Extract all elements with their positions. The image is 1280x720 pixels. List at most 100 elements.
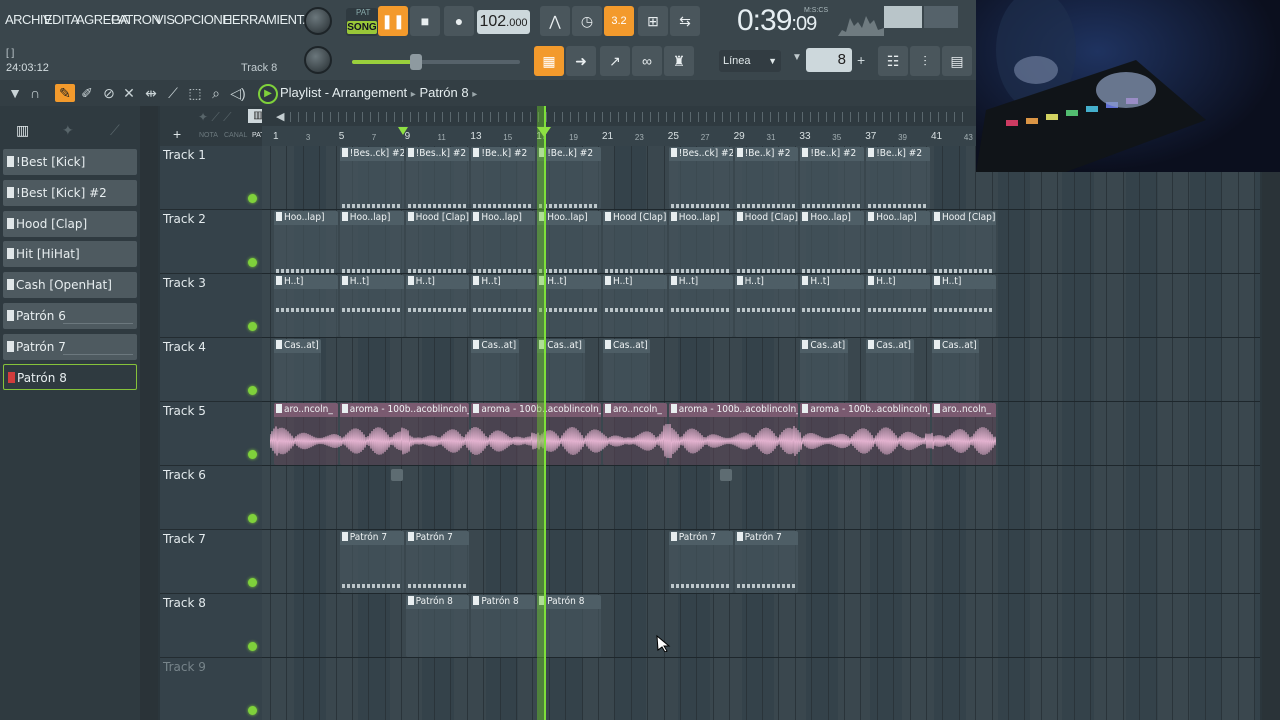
pattern-clip[interactable]: H..t] bbox=[339, 275, 404, 337]
pattern-clip[interactable]: Patrón 8 bbox=[471, 595, 536, 657]
automation-clip[interactable] bbox=[720, 469, 732, 481]
song-time-display[interactable]: 0:39:09 M:S:CS bbox=[737, 4, 828, 38]
delete-icon[interactable]: ⊘ bbox=[100, 84, 118, 102]
track-header[interactable]: Track 1 bbox=[160, 146, 262, 210]
pattern-clip[interactable]: Hood [Clap] bbox=[603, 211, 667, 273]
playlist-pattern[interactable]: Patrón 8 bbox=[419, 85, 468, 100]
pattern-clip[interactable]: !Bes..ck] #2 bbox=[668, 147, 733, 209]
menu-patron[interactable]: PATRON bbox=[111, 12, 161, 27]
pattern-clip[interactable]: Cas..at] bbox=[932, 339, 980, 401]
step-increase-button[interactable]: + bbox=[857, 52, 865, 68]
pattern-clip[interactable]: Patrón 7 bbox=[405, 531, 470, 593]
tab-nota[interactable]: NOTA bbox=[199, 132, 218, 139]
menu-edita[interactable]: EDITA bbox=[44, 12, 79, 27]
loop-marker-icon[interactable] bbox=[398, 127, 408, 135]
pattern-clip[interactable]: H..t] bbox=[405, 275, 470, 337]
pattern-clip[interactable]: Cas..at] bbox=[800, 339, 848, 401]
pattern-clip[interactable]: !Be..k] #2 bbox=[866, 147, 930, 209]
track-header[interactable]: Track 8 bbox=[160, 594, 262, 658]
channel-item[interactable]: !Best [Kick] bbox=[3, 149, 137, 175]
tab-canal[interactable]: CANAL bbox=[224, 132, 247, 139]
playhead-line[interactable] bbox=[544, 106, 546, 720]
select-icon[interactable]: ⬚ bbox=[186, 84, 204, 102]
vertical-scrollbar[interactable] bbox=[1262, 146, 1280, 720]
stop-button[interactable]: ■ bbox=[410, 6, 440, 36]
scroll-left-icon[interactable]: ◀ bbox=[276, 110, 284, 123]
audio-icon[interactable]: ⟋ bbox=[110, 122, 120, 139]
pattern-clip[interactable]: !Be..k] #2 bbox=[800, 147, 865, 209]
track-header[interactable]: Track 5 bbox=[160, 402, 262, 466]
pattern-clip[interactable]: H..t] bbox=[471, 275, 536, 337]
pencil-icon[interactable]: ✎ bbox=[55, 84, 75, 102]
playlist-view-button[interactable]: ▦ bbox=[534, 46, 564, 76]
pattern-clip[interactable]: Patrón 7 bbox=[668, 531, 733, 593]
record-button[interactable]: ● bbox=[444, 6, 474, 36]
menu-opciones[interactable]: OPCIONE bbox=[174, 12, 231, 27]
step-decrease-icon[interactable]: ▼ bbox=[792, 52, 802, 63]
track-header[interactable]: Track 4 bbox=[160, 338, 262, 402]
pattern-clip[interactable]: Hoo..lap] bbox=[339, 211, 404, 273]
pattern-clip[interactable]: Hood [Clap] bbox=[932, 211, 996, 273]
pattern-clip[interactable]: Patrón 7 bbox=[734, 531, 799, 593]
pattern-clip[interactable]: H..t] bbox=[668, 275, 733, 337]
slip-icon[interactable]: ⇹ bbox=[142, 84, 160, 102]
pattern-step-button[interactable]: 3.2 bbox=[604, 6, 634, 36]
pattern-clip[interactable]: !Be..k] #2 bbox=[537, 147, 601, 209]
master-volume-handle[interactable] bbox=[410, 54, 422, 70]
track-header[interactable]: Track 7 bbox=[160, 530, 262, 594]
channel-item[interactable]: !Best [Kick] #2 bbox=[3, 180, 137, 206]
pattern-clip[interactable]: Hoo..lap] bbox=[471, 211, 536, 273]
playlist-menu-icon[interactable]: ▼ bbox=[6, 84, 24, 102]
pattern-clip[interactable]: Patrón 8 bbox=[405, 595, 470, 657]
loop-record-button[interactable]: ⇆ bbox=[670, 6, 700, 36]
pattern-clip[interactable]: Cas..at] bbox=[603, 339, 651, 401]
pattern-clip[interactable]: Patrón 8 bbox=[537, 595, 601, 657]
next-button[interactable]: ➜ bbox=[566, 46, 596, 76]
track-enable-led[interactable] bbox=[248, 578, 257, 587]
pattern-clip[interactable]: Hood [Clap] bbox=[734, 211, 799, 273]
channel-item[interactable]: Cash [OpenHat] bbox=[3, 272, 137, 298]
pattern-clip[interactable]: Hoo..lap] bbox=[537, 211, 601, 273]
pattern-clip[interactable]: !Be..k] #2 bbox=[734, 147, 799, 209]
track-enable-led[interactable] bbox=[248, 386, 257, 395]
pattern-clip[interactable]: Hoo..lap] bbox=[668, 211, 733, 273]
pattern-clip[interactable]: H..t] bbox=[866, 275, 930, 337]
pattern-clip[interactable]: H..t] bbox=[603, 275, 667, 337]
mute-icon[interactable]: ✕ bbox=[120, 84, 138, 102]
track-enable-led[interactable] bbox=[248, 642, 257, 651]
pattern-clip[interactable]: H..t] bbox=[537, 275, 601, 337]
playhead-marker-icon[interactable] bbox=[537, 127, 551, 137]
pencil-tool-button[interactable]: ↗ bbox=[600, 46, 630, 76]
blend-notes-button[interactable]: ⊞ bbox=[638, 6, 668, 36]
pattern-clip[interactable]: Hoo..lap] bbox=[274, 211, 338, 273]
channel-item[interactable]: Hood [Clap] bbox=[3, 211, 137, 237]
piano-roll-button[interactable]: ▤ bbox=[942, 46, 972, 76]
track-enable-led[interactable] bbox=[248, 450, 257, 459]
track-header[interactable]: Track 6 bbox=[160, 466, 262, 530]
mixer-button[interactable]: ☷ bbox=[878, 46, 908, 76]
channel-item[interactable]: Hit [HiHat] bbox=[3, 241, 137, 267]
track-enable-led[interactable] bbox=[248, 194, 257, 203]
pattern-clip[interactable]: Hood [Clap] bbox=[405, 211, 470, 273]
channel-item[interactable]: Patrón 7 bbox=[3, 334, 137, 360]
playback-icon[interactable]: ◁) bbox=[229, 84, 247, 102]
menu-vista[interactable]: VIS bbox=[155, 12, 175, 27]
track-enable-led[interactable] bbox=[248, 322, 257, 331]
picker-scrollbar[interactable] bbox=[140, 106, 158, 720]
piano-icon[interactable]: ▥ bbox=[16, 122, 29, 139]
track-enable-led[interactable] bbox=[248, 706, 257, 715]
pattern-clip[interactable]: Cas..at] bbox=[274, 339, 322, 401]
pattern-clip[interactable]: H..t] bbox=[800, 275, 865, 337]
pattern-clip[interactable]: Cas..at] bbox=[471, 339, 519, 401]
main-volume-knob[interactable] bbox=[304, 7, 332, 35]
pattern-clip[interactable]: !Be..k] #2 bbox=[471, 147, 536, 209]
pattern-clip[interactable]: H..t] bbox=[734, 275, 799, 337]
wait-input-button[interactable]: ◷ bbox=[572, 6, 602, 36]
main-pitch-knob[interactable] bbox=[304, 46, 332, 74]
step-value-box[interactable]: 8 bbox=[806, 48, 852, 72]
pattern-clip[interactable]: Patrón 7 bbox=[339, 531, 404, 593]
slice-icon[interactable]: ⟋ bbox=[164, 84, 182, 102]
channel-item-selected[interactable]: Patrón 8 bbox=[3, 364, 137, 390]
pattern-clip[interactable]: H..t] bbox=[932, 275, 996, 337]
pattern-clip[interactable]: Cas..at] bbox=[866, 339, 914, 401]
